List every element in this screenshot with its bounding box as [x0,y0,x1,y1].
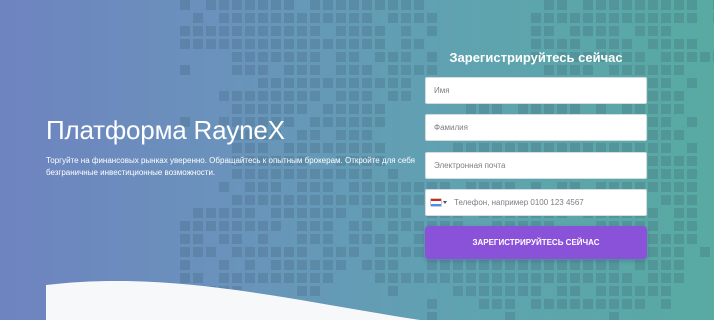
register-button[interactable]: ЗАРЕГИСТРИРУЙТЕСЬ СЕЙЧАС [425,226,647,259]
form-title: Зарегистрируйтесь сейчас [449,50,623,65]
chevron-down-icon [443,201,447,204]
phone-input[interactable] [450,190,646,215]
phone-field [425,189,647,216]
last-name-input[interactable] [425,114,647,141]
email-input[interactable] [425,152,647,179]
hero-subtitle: Торгуйте на финансовых рынках уверенно. … [46,156,415,177]
first-name-input[interactable] [425,77,647,104]
country-code-selector[interactable] [426,190,450,215]
flag-icon [431,199,441,206]
hero-section: Платформа RayneX Торгуйте на финансовых … [0,0,714,320]
hero-headline: Платформа RayneX [46,115,285,145]
